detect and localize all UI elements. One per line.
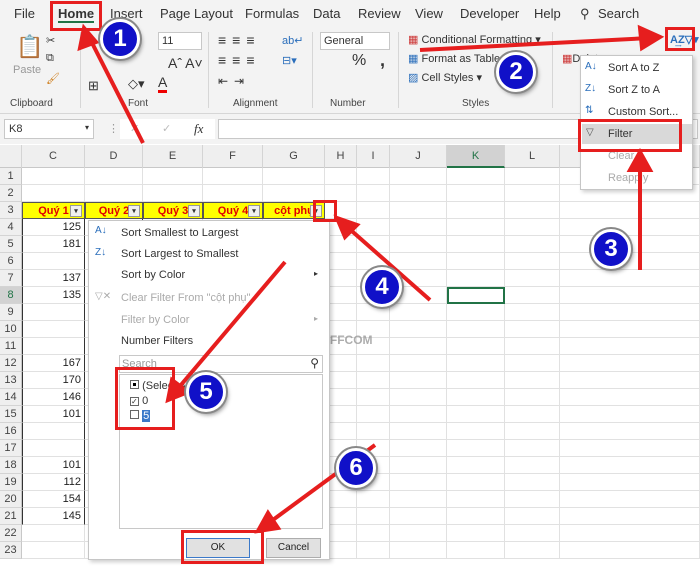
- step-4-badge: 4: [362, 267, 402, 307]
- step-2-badge: 2: [496, 52, 536, 92]
- arrowhead-6: [254, 509, 282, 534]
- step-6-badge: 6: [336, 448, 376, 488]
- arrow-5: [173, 260, 287, 394]
- step-3-badge: 3: [591, 229, 631, 269]
- arrowhead-1: [77, 23, 100, 52]
- arrowhead-2: [637, 24, 665, 52]
- arrow-2: [419, 36, 651, 52]
- arrowhead-3: [626, 147, 654, 172]
- step-5-badge: 5: [186, 372, 226, 412]
- step-1-badge: 1: [100, 19, 140, 59]
